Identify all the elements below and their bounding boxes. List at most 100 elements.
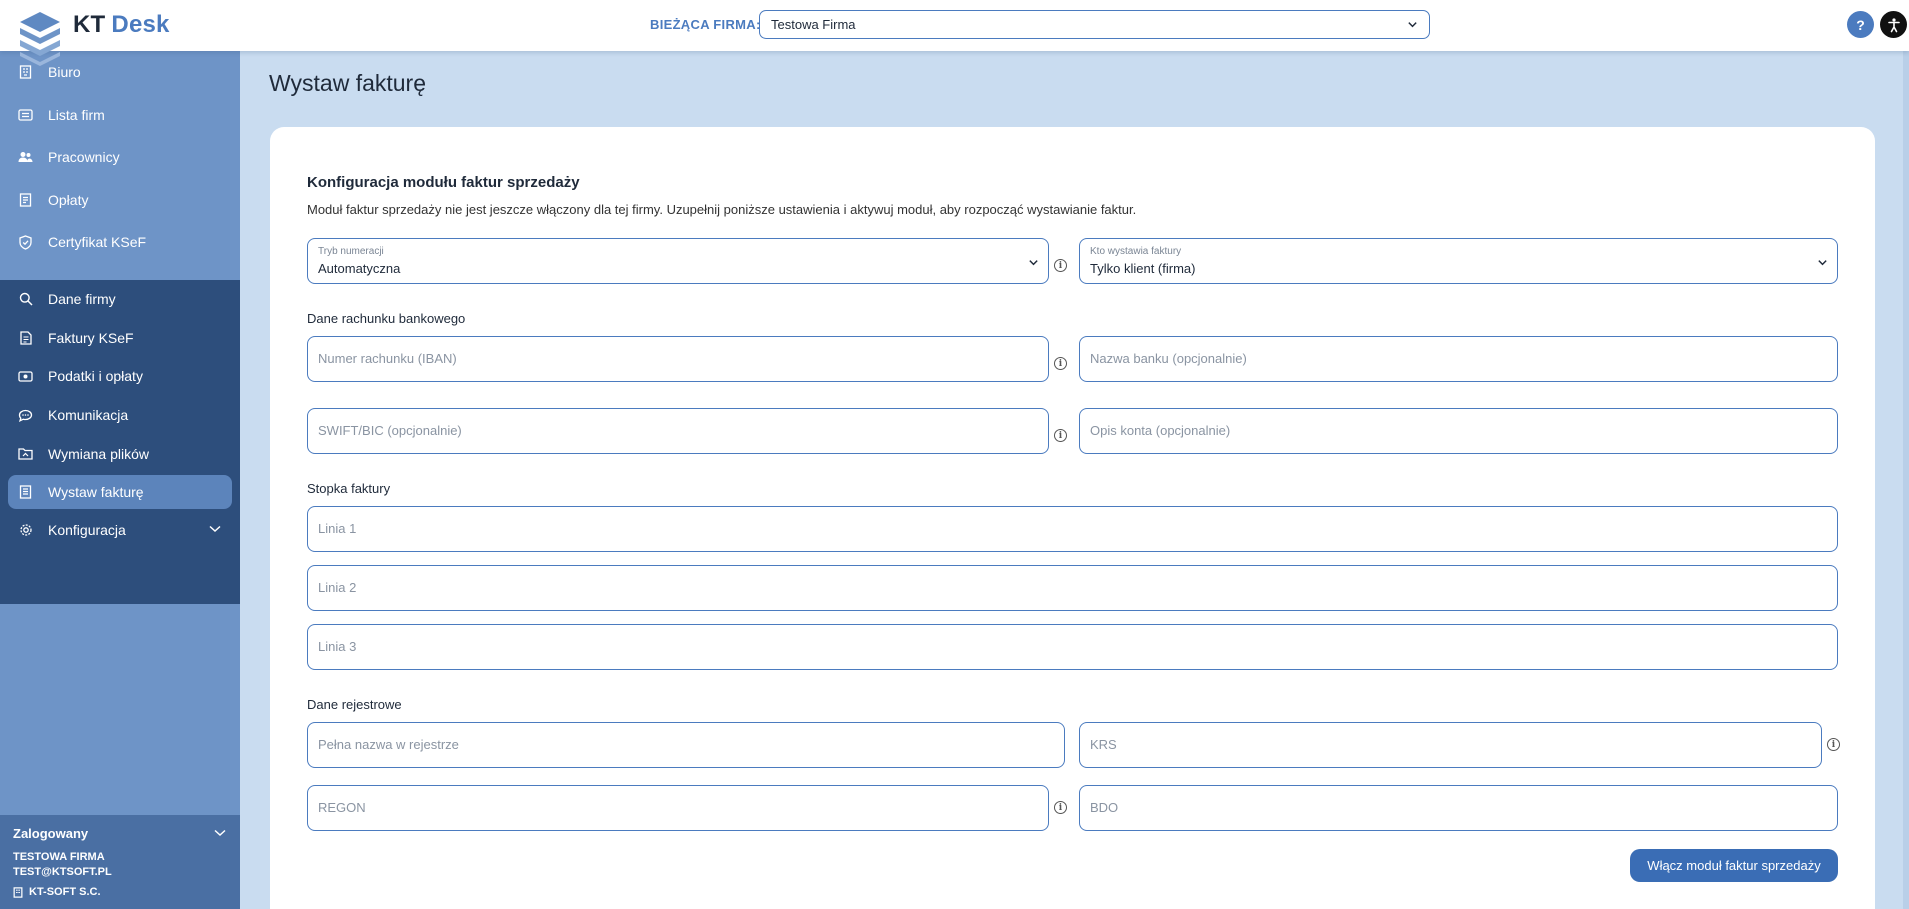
bank-section-label: Dane rachunku bankowego — [307, 311, 466, 326]
sidebar-item-label: Pracownicy — [48, 149, 120, 166]
registry-section-label: Dane rejestrowe — [307, 697, 402, 712]
bank-name-placeholder: Nazwa banku (opcjonalnie) — [1090, 351, 1247, 366]
logged-user-email: TEST@KTSOFT.PL — [13, 866, 112, 878]
registry-full-name-input[interactable]: Pełna nazwa w rejestrze — [307, 722, 1065, 768]
numbering-mode-select[interactable]: Tryb numeracji Automatyczna — [307, 238, 1049, 284]
list-icon — [18, 107, 33, 122]
logged-user-panel: Zalogowany TESTOWA FIRMA TEST@KTSOFT.PL … — [0, 815, 240, 909]
sidebar-item-label: Faktury KSeF — [48, 329, 134, 346]
folder-icon — [18, 446, 33, 461]
sidebar-item-podatki[interactable]: Podatki i opłaty — [0, 357, 240, 396]
sidebar-item-wystaw-fakture[interactable]: Wystaw fakturę — [8, 474, 232, 509]
sidebar-company-section: Dane firmy Faktury KSeF Podatki i opłaty… — [0, 280, 240, 604]
invoice-config-card: Konfiguracja modułu faktur sprzedaży Mod… — [270, 127, 1875, 909]
swift-input[interactable]: SWIFT/BIC (opcjonalnie) — [307, 408, 1049, 454]
sidebar-item-label: Komunikacja — [48, 407, 129, 424]
footer-line-2-placeholder: Linia 2 — [318, 580, 357, 595]
current-company-select[interactable]: Testowa Firma — [759, 10, 1430, 39]
accessibility-icon — [1887, 17, 1900, 32]
chat-icon — [18, 408, 33, 423]
sidebar-item-lista-firm[interactable]: Lista firm — [0, 94, 240, 137]
chevron-down-icon — [1029, 260, 1038, 266]
logged-user-company: TESTOWA FIRMA — [13, 851, 105, 863]
sidebar-item-dane-firmy[interactable]: Dane firmy — [0, 280, 240, 319]
info-icon[interactable]: i — [1827, 738, 1840, 751]
footer-section-label: Stopka faktury — [307, 481, 391, 496]
logged-user-title: Zalogowany — [13, 826, 89, 841]
app-brand: KT Desk — [73, 11, 170, 39]
help-button[interactable]: ? — [1847, 11, 1874, 38]
sidebar-item-komunikacja[interactable]: Komunikacja — [0, 396, 240, 435]
accessibility-button[interactable] — [1880, 11, 1907, 38]
sidebar-item-wymiana-plikow[interactable]: Wymiana plików — [0, 434, 240, 473]
invoice-issuer-label: Kto wystawia faktury — [1090, 246, 1182, 257]
footer-line-1-placeholder: Linia 1 — [318, 521, 357, 536]
brand-desk: Desk — [111, 11, 170, 38]
registry-full-name-placeholder: Pełna nazwa w rejestrze — [318, 737, 459, 752]
current-company-label: BIEŻĄCA FIRMA: — [650, 17, 761, 32]
page-scrollbar[interactable] — [1903, 51, 1909, 909]
money-icon — [18, 369, 33, 384]
info-icon[interactable]: i — [1054, 259, 1067, 272]
sidebar-item-label: Biuro — [48, 64, 81, 81]
logo-icon — [20, 12, 60, 66]
sidebar-item-label: Wymiana plików — [48, 445, 150, 462]
account-description-placeholder: Opis konta (opcjonalnie) — [1090, 423, 1231, 438]
info-icon[interactable]: i — [1054, 429, 1067, 442]
page-title: Wystaw fakturę — [269, 70, 427, 96]
info-icon[interactable]: i — [1054, 357, 1067, 370]
footer-line-3-input[interactable]: Linia 3 — [307, 624, 1838, 670]
chevron-down-icon — [1408, 22, 1417, 28]
gear-icon — [18, 523, 33, 538]
users-icon — [18, 150, 33, 165]
bank-name-input[interactable]: Nazwa banku (opcjonalnie) — [1079, 336, 1838, 382]
current-company-value: Testowa Firma — [771, 17, 856, 32]
enable-invoice-module-button[interactable]: Włącz moduł faktur sprzedaży — [1630, 849, 1838, 882]
search-icon — [18, 292, 33, 307]
invoice-issuer-select[interactable]: Kto wystawia faktury Tylko klient (firma… — [1079, 238, 1838, 284]
sidebar-item-label: Dane firmy — [48, 291, 116, 308]
shield-icon — [18, 235, 33, 250]
sidebar-item-label: Podatki i opłaty — [48, 368, 143, 385]
building-icon — [13, 886, 23, 898]
sidebar-item-label: Opłaty — [48, 191, 89, 208]
brand-kt: KT — [73, 11, 106, 38]
sidebar: Biuro Lista firm Pracownicy Opłaty Certy… — [0, 51, 240, 909]
logged-user-org: KT-SOFT S.C. — [13, 886, 101, 898]
invoice-icon — [18, 484, 33, 499]
invoice-issuer-value: Tylko klient (firma) — [1090, 261, 1196, 276]
sidebar-item-pracownicy[interactable]: Pracownicy — [0, 136, 240, 179]
section-title: Konfiguracja modułu faktur sprzedaży — [307, 174, 580, 191]
footer-line-1-input[interactable]: Linia 1 — [307, 506, 1838, 552]
footer-line-2-input[interactable]: Linia 2 — [307, 565, 1838, 611]
chevron-down-icon — [1818, 260, 1827, 266]
chevron-down-icon — [209, 525, 221, 532]
sidebar-item-certyfikat-ksef[interactable]: Certyfikat KSeF — [0, 221, 240, 264]
bdo-input[interactable]: BDO — [1079, 785, 1838, 831]
receipt-icon — [18, 192, 33, 207]
top-header: KT Desk BIEŻĄCA FIRMA: Testowa Firma ? — [0, 0, 1909, 66]
account-description-input[interactable]: Opis konta (opcjonalnie) — [1079, 408, 1838, 454]
footer-line-3-placeholder: Linia 3 — [318, 639, 357, 654]
sidebar-item-konfiguracja[interactable]: Konfiguracja — [0, 511, 240, 550]
section-description: Moduł faktur sprzedaży nie jest jeszcze … — [307, 202, 1137, 217]
numbering-mode-label: Tryb numeracji — [318, 246, 384, 257]
iban-placeholder: Numer rachunku (IBAN) — [318, 351, 457, 366]
iban-input[interactable]: Numer rachunku (IBAN) — [307, 336, 1049, 382]
krs-input[interactable]: KRS — [1079, 722, 1822, 768]
bdo-placeholder: BDO — [1090, 800, 1119, 815]
numbering-mode-value: Automatyczna — [318, 261, 401, 276]
sidebar-item-faktury-ksef[interactable]: Faktury KSeF — [0, 319, 240, 358]
chevron-down-icon[interactable] — [214, 829, 226, 837]
info-icon[interactable]: i — [1054, 801, 1067, 814]
regon-placeholder: REGON — [318, 800, 366, 815]
sidebar-item-label: Konfiguracja — [48, 522, 126, 539]
building-icon — [18, 65, 33, 80]
sidebar-nav-top: Biuro Lista firm Pracownicy Opłaty Certy… — [0, 51, 240, 264]
sidebar-item-oplaty[interactable]: Opłaty — [0, 179, 240, 222]
sidebar-item-label: Wystaw fakturę — [48, 483, 144, 500]
sidebar-item-label: Lista firm — [48, 106, 105, 123]
regon-input[interactable]: REGON — [307, 785, 1049, 831]
logged-user-org-name: KT-SOFT S.C. — [29, 886, 101, 898]
swift-placeholder: SWIFT/BIC (opcjonalnie) — [318, 423, 462, 438]
